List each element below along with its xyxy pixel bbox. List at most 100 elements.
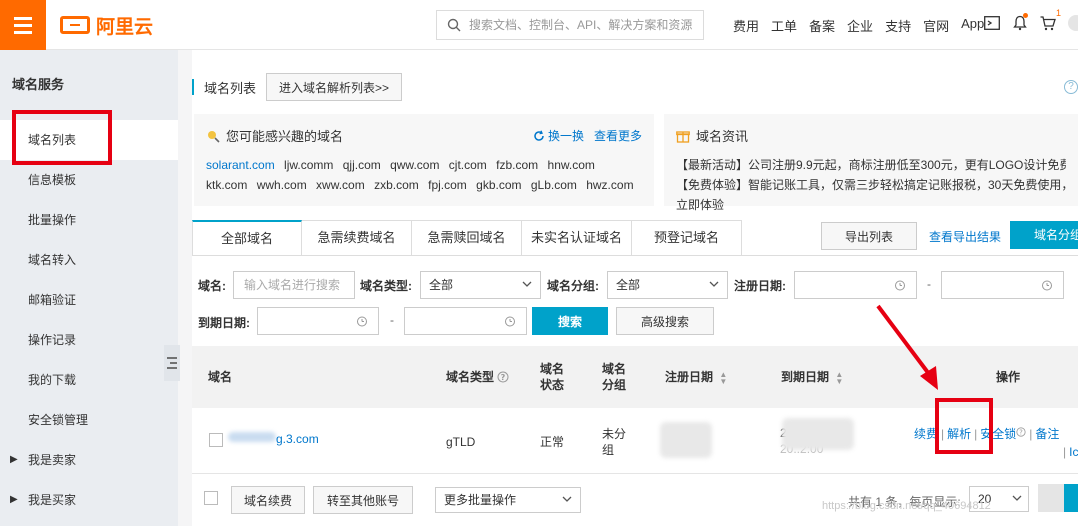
sidebar: 域名服务 域名列表 信息模板 批量操作 域名转入 邮箱验证 操作记录 我的下载 … [0,50,178,526]
more-link[interactable]: Ic [1069,445,1078,459]
suggest-domain[interactable]: qjj.com [343,158,381,172]
sidebar-item-label: 我是卖家 [28,453,77,467]
domain-status: 正常 [540,435,565,449]
title-bar [192,79,194,95]
nav-support[interactable]: 支持 [885,16,911,35]
domain-name-link[interactable]: g.3.com [276,431,319,447]
sidebar-item-op-log[interactable]: 操作记录 [0,320,178,360]
reg-date-end[interactable] [941,271,1064,299]
cart-badge: 1 [1055,8,1061,18]
nav-tickets[interactable]: 工单 [771,16,797,35]
suggest-domain[interactable]: fzb.com [496,158,538,172]
nav-icp[interactable]: 备案 [809,16,835,35]
refresh-link[interactable]: 换一换 [533,127,584,144]
news-item[interactable]: 【最新活动】公司注册9.9元起，商标注册低至300元，更有LOGO设计免费在 [676,155,1066,175]
question-icon[interactable]: ? [497,371,509,383]
suggest-domain[interactable]: cjt.com [449,158,487,172]
sidebar-item-transfer-in[interactable]: 域名转入 [0,240,178,280]
news-item[interactable]: 【免费体验】智能记账工具，仅需三步轻松搞定记账报税，30天免费使用， [676,175,1066,195]
cart-icon[interactable]: 1 [1039,8,1061,32]
avatar-icon[interactable] [1067,14,1078,32]
terminal-icon[interactable] [983,14,1001,32]
tab-all-domains[interactable]: 全部域名 [192,220,302,256]
main-content: 域名列表 进入域名解析列表>> ? 您可能感兴趣的域名 换一换 查看更多 sol… [192,50,1078,526]
suggest-domain[interactable]: solarant.com [206,158,275,172]
sidebar-item-info-template[interactable]: 信息模板 [0,160,178,200]
group-select[interactable]: 全部 [607,271,728,299]
sidebar-item-domain-list[interactable]: 域名列表 [0,120,178,160]
dns-resolve-link[interactable]: 解析 [947,427,971,441]
global-search[interactable] [436,10,704,40]
export-list-button[interactable]: 导出列表 [821,222,917,250]
sidebar-item-email-verify[interactable]: 邮箱验证 [0,280,178,320]
blurred-reg-date [660,422,712,458]
sidebar-item-buyer[interactable]: ▶ 我是买家 [0,480,178,520]
suggest-domain[interactable]: ktk.com [206,178,247,192]
sidebar-collapse-handle[interactable] [164,345,180,381]
chevron-down-icon [562,488,572,520]
top-bar: 阿里云 费用 工单 备案 企业 支持 官网 App 1 [0,0,1078,50]
select-all-checkbox[interactable] [204,491,218,505]
nav-app[interactable]: App [961,16,984,35]
suggest-domain[interactable]: wwh.com [257,178,307,192]
date-dash: - [390,313,394,327]
suggest-domain[interactable]: fpj.com [428,178,467,192]
page-header: 域名列表 进入域名解析列表>> [192,72,403,102]
view-more-link[interactable]: 查看更多 [594,127,642,144]
group-filter-label: 域名分组: [547,279,599,293]
security-lock-link[interactable]: 安全锁 [980,427,1016,441]
help-icon[interactable]: ? [1064,80,1078,94]
chevron-down-icon [709,272,719,307]
reg-date-start[interactable] [794,271,917,299]
svg-text:?: ? [1020,429,1024,437]
suggest-domain[interactable]: gLb.com [531,178,577,192]
nav-official[interactable]: 官网 [923,16,949,35]
calendar-icon [894,279,906,294]
col-status-line2: 状态 [540,378,565,392]
bell-icon[interactable] [1011,13,1029,32]
sidebar-item-security-lock[interactable]: 安全锁管理 [0,400,178,440]
tab-preregistered[interactable]: 预登记域名 [632,220,742,256]
blurred-exp-date [782,418,854,450]
sidebar-item-downloads[interactable]: 我的下载 [0,360,178,400]
news-item-cont[interactable]: 立即体验 [676,195,1066,215]
col-reg-date[interactable]: 注册日期 ▲ ▼ [665,369,727,385]
advanced-search-button[interactable]: 高级搜索 [616,307,714,335]
suggest-domain[interactable]: zxb.com [374,178,419,192]
nav-enterprise[interactable]: 企业 [847,16,873,35]
goto-dns-list-button[interactable]: 进入域名解析列表>> [266,73,403,101]
domain-search-input[interactable] [233,271,355,299]
view-export-link[interactable]: 查看导出结果 [929,228,1001,245]
menu-icon[interactable] [0,0,46,50]
row-checkbox[interactable] [209,433,223,447]
tab-urgent-renew[interactable]: 急需续费域名 [302,220,412,256]
tab-urgent-redeem[interactable]: 急需赎回域名 [412,220,522,256]
chevron-down-icon [522,272,532,307]
nav-fees[interactable]: 费用 [733,16,759,35]
transfer-account-button[interactable]: 转至其他账号 [313,486,413,514]
col-exp-date[interactable]: 到期日期 ▲ ▼ [781,369,843,385]
tab-unverified[interactable]: 未实名认证域名 [522,220,632,256]
remark-link[interactable]: 备注 [1035,427,1059,441]
sidebar-title: 域名服务 [12,77,65,92]
sidebar-item-seller[interactable]: ▶ 我是卖家 [0,440,178,480]
type-select[interactable]: 全部 [420,271,541,299]
suggest-domain[interactable]: qww.com [390,158,439,172]
logo[interactable]: 阿里云 [60,12,153,38]
suggest-domain[interactable]: hwz.com [586,178,633,192]
col-group-line2: 分组 [602,378,627,392]
exp-date-end[interactable] [404,307,527,335]
search-button[interactable]: 搜索 [532,307,608,335]
batch-operations-select[interactable]: 更多批量操作 [435,487,581,513]
search-input[interactable] [469,18,699,32]
question-icon[interactable]: ? [1016,427,1026,437]
suggest-domain[interactable]: gkb.com [476,178,521,192]
renew-link[interactable]: 续费 [914,427,938,441]
suggest-domain[interactable]: ljw.comm [284,158,333,172]
suggest-domain[interactable]: hnw.com [548,158,595,172]
batch-renew-button[interactable]: 域名续费 [231,486,305,514]
domain-group-button[interactable]: 域名分组 [1010,221,1078,249]
suggest-domain[interactable]: xww.com [316,178,365,192]
sidebar-item-batch[interactable]: 批量操作 [0,200,178,240]
exp-date-start[interactable] [257,307,379,335]
